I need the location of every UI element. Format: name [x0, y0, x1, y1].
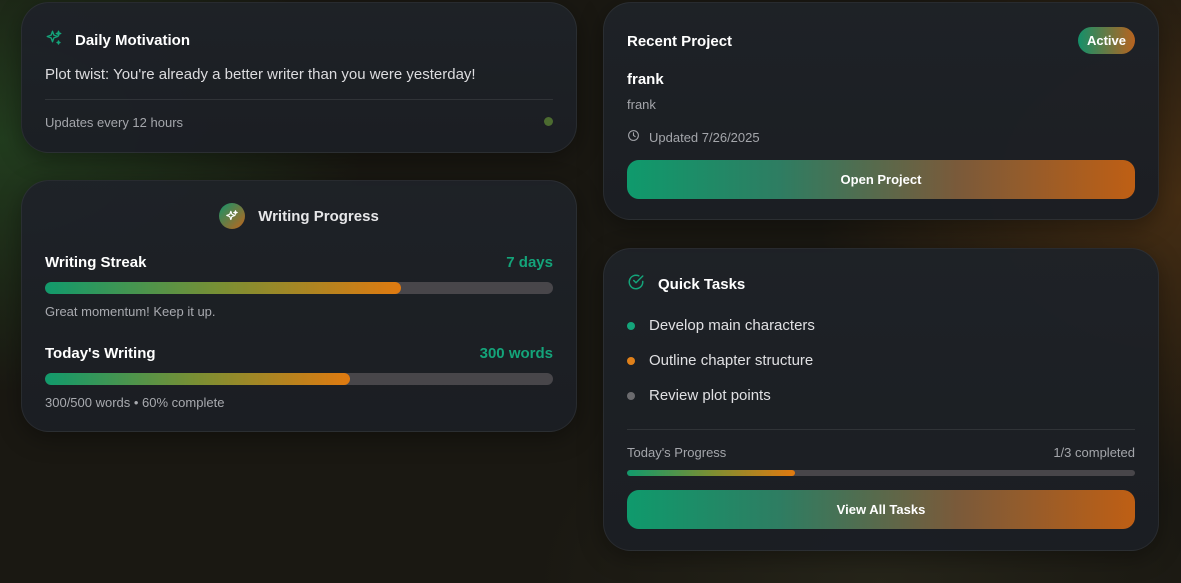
motivation-quote: Plot twist: You're already a better writ… [45, 66, 476, 83]
open-project-button[interactable]: Open Project [627, 160, 1135, 199]
task-status-dot [627, 356, 635, 365]
divider [45, 99, 553, 100]
recent-project-card: Recent Project Active frank frank Update… [603, 2, 1159, 220]
todays-writing-progress-bar [45, 373, 553, 385]
progress-bar-fill [627, 470, 795, 476]
todays-progress-value: 1/3 completed [1053, 445, 1135, 460]
writing-streak-metric: Writing Streak 7 days Great momentum! Ke… [45, 254, 553, 319]
writing-streak-label: Writing Streak [45, 254, 147, 271]
task-item[interactable]: Review plot points [627, 387, 771, 404]
project-subtitle: frank [627, 97, 656, 112]
task-label: Outline chapter structure [649, 352, 814, 369]
tasks-progress-bar [627, 470, 1135, 476]
writing-progress-title: Writing Progress [258, 207, 379, 225]
project-name[interactable]: frank [627, 71, 664, 88]
update-frequency-text: Updates every 12 hours [45, 115, 184, 130]
status-badge: Active [1077, 27, 1135, 54]
writing-progress-card: Writing Progress Writing Streak 7 days G… [21, 180, 577, 432]
writing-progress-header: Writing Progress [22, 203, 576, 229]
check-circle-icon [627, 273, 645, 296]
quick-tasks-card: Quick Tasks Develop main characters Outl… [603, 248, 1159, 551]
daily-motivation-title: Daily Motivation [75, 32, 191, 49]
todays-progress-label: Today's Progress [627, 445, 727, 460]
divider [627, 429, 1135, 430]
progress-bar-fill [45, 373, 350, 385]
todays-progress-row: Today's Progress 1/3 completed [627, 445, 1135, 460]
task-status-dot [627, 391, 635, 400]
progress-bar-fill [45, 282, 401, 294]
todays-writing-note: 300/500 words • 60% complete [45, 395, 225, 410]
writing-streak-progress-bar [45, 282, 553, 294]
quick-tasks-header: Quick Tasks [627, 273, 745, 296]
writing-streak-note: Great momentum! Keep it up. [45, 304, 216, 319]
todays-writing-label: Today's Writing [45, 345, 156, 362]
view-all-tasks-button[interactable]: View All Tasks [627, 490, 1135, 529]
task-item[interactable]: Outline chapter structure [627, 352, 813, 369]
clock-icon [627, 129, 640, 145]
recent-project-title: Recent Project [627, 33, 733, 50]
task-label: Develop main characters [649, 317, 815, 334]
todays-writing-value: 300 words [479, 345, 553, 362]
quick-tasks-title: Quick Tasks [658, 276, 746, 293]
task-label: Review plot points [649, 387, 771, 404]
daily-motivation-card: Daily Motivation Plot twist: You're alre… [21, 2, 577, 153]
task-status-dot [627, 321, 635, 330]
task-item[interactable]: Develop main characters [627, 317, 815, 334]
todays-writing-metric: Today's Writing 300 words 300/500 words … [45, 345, 553, 410]
project-updated: Updated 7/26/2025 [627, 129, 760, 145]
sparkles-icon [219, 203, 246, 229]
writing-streak-value: 7 days [506, 254, 553, 271]
updated-date-text: Updated 7/26/2025 [649, 129, 760, 145]
daily-motivation-header: Daily Motivation [45, 29, 190, 52]
status-indicator-dot [544, 117, 553, 126]
sparkles-icon [45, 29, 63, 52]
